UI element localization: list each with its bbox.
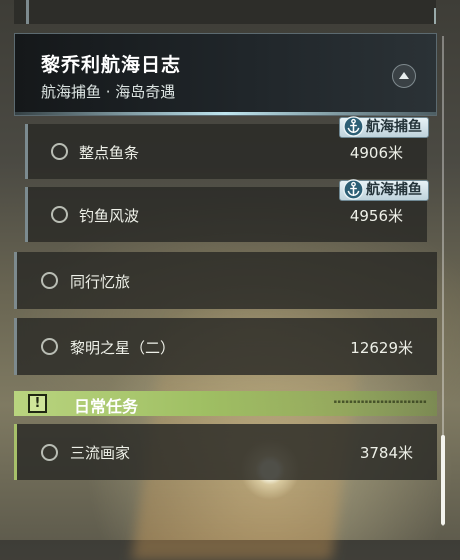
quest-status-circle-icon: [41, 444, 58, 461]
journal-header-card[interactable]: 黎乔利航海日志 航海捕鱼 · 海岛奇遇: [14, 33, 437, 116]
quest-name: 同行忆旅: [70, 273, 131, 291]
fishing-tag: 航海捕鱼: [339, 116, 429, 138]
quest-name: 三流画家: [70, 444, 131, 462]
previous-quest-row-fragment[interactable]: [14, 0, 436, 24]
quest-status-circle-icon: [51, 143, 68, 160]
fishing-tag: 航海捕鱼: [339, 179, 429, 201]
quest-row-liming[interactable]: 黎明之星（二） 12629米: [14, 318, 437, 375]
chevron-up-icon[interactable]: [392, 64, 416, 88]
quest-distance: 3784米: [359, 444, 413, 462]
decorative-stripe: ▪▪▪▪▪▪▪▪▪▪▪▪▪▪▪▪▪▪▪▪▪▪▪▪: [333, 399, 427, 405]
tag-label: 航海捕鱼: [366, 119, 422, 135]
scrollbar-thumb[interactable]: [441, 435, 445, 525]
quest-distance: 4956米: [349, 207, 403, 225]
daily-section-header[interactable]: ! 日常任务 ▪▪▪▪▪▪▪▪▪▪▪▪▪▪▪▪▪▪▪▪▪▪▪▪: [14, 391, 437, 416]
daily-quest-row-sanliu[interactable]: 三流画家 3784米: [14, 424, 437, 480]
quest-row-tongxing[interactable]: 同行忆旅: [14, 252, 437, 309]
exclamation-icon: !: [28, 394, 47, 413]
journal-subtitle: 航海捕鱼 · 海岛奇遇: [41, 83, 176, 101]
tag-label: 航海捕鱼: [366, 182, 422, 198]
quest-status-circle-icon: [41, 272, 58, 289]
anchor-icon: [343, 179, 364, 200]
quest-status-circle-icon: [41, 338, 58, 355]
quest-status-circle-icon: [51, 206, 68, 223]
quest-name: 整点鱼条: [79, 144, 140, 162]
quest-name: 钓鱼风波: [79, 207, 140, 225]
journal-title: 黎乔利航海日志: [41, 54, 182, 76]
quest-name: 黎明之星（二）: [70, 339, 176, 357]
anchor-icon: [343, 116, 364, 137]
quest-distance: 4906米: [349, 144, 403, 162]
daily-section-label: 日常任务: [74, 397, 139, 416]
quest-distance: 12629米: [350, 339, 413, 357]
